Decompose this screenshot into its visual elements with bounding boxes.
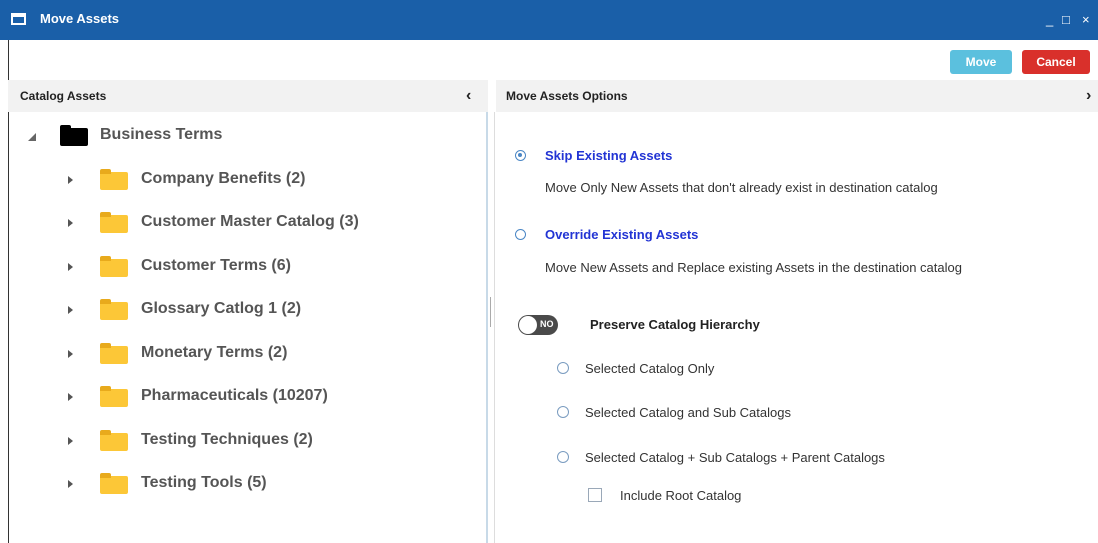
tree-node-label: Customer Master Catalog (3): [141, 213, 359, 230]
folder-icon: [100, 343, 128, 364]
override-existing-label[interactable]: Override Existing Assets: [545, 227, 698, 242]
tree-node-label: Customer Terms (6): [141, 257, 291, 274]
folder-icon: [100, 169, 128, 190]
selected-catalog-only-radio[interactable]: [557, 362, 569, 374]
tree-node-label: Testing Techniques (2): [141, 431, 313, 448]
toolbar: Move Cancel: [0, 40, 1098, 78]
folder-icon: [60, 125, 88, 146]
override-existing-radio[interactable]: [515, 229, 526, 240]
folder-icon: [100, 386, 128, 407]
toggle-state-text: NO: [540, 319, 554, 329]
catalog-and-sub-label[interactable]: Selected Catalog and Sub Catalogs: [585, 405, 791, 420]
maximize-icon[interactable]: □: [1062, 12, 1070, 27]
skip-existing-label[interactable]: Skip Existing Assets: [545, 148, 672, 163]
include-root-label[interactable]: Include Root Catalog: [620, 488, 741, 503]
move-options-header: Move Assets Options ›: [496, 80, 1098, 112]
catalog-sub-parent-radio[interactable]: [557, 451, 569, 463]
skip-existing-description: Move Only New Assets that don't already …: [545, 180, 938, 195]
expand-arrow-icon[interactable]: [68, 176, 73, 184]
preserve-hierarchy-label: Preserve Catalog Hierarchy: [590, 317, 760, 332]
tree-node-label: Glossary Catlog 1 (2): [141, 300, 302, 317]
tree-node-label: Company Benefits (2): [141, 170, 306, 187]
folder-icon: [100, 473, 128, 494]
expand-arrow-icon[interactable]: [68, 480, 73, 488]
selected-catalog-only-label[interactable]: Selected Catalog Only: [585, 361, 714, 376]
folder-icon: [100, 430, 128, 451]
folder-icon: [100, 212, 128, 233]
collapse-left-icon[interactable]: ‹: [466, 80, 471, 112]
expand-right-icon[interactable]: ›: [1086, 80, 1091, 112]
tree-node-label: Monetary Terms (2): [141, 344, 288, 361]
override-existing-description: Move New Assets and Replace existing Ass…: [545, 260, 962, 275]
preserve-hierarchy-toggle[interactable]: NO: [518, 315, 558, 335]
cancel-button[interactable]: Cancel: [1022, 50, 1090, 74]
splitter-grip[interactable]: [490, 297, 491, 327]
include-root-checkbox[interactable]: [588, 488, 602, 502]
folder-icon: [100, 256, 128, 277]
expand-arrow-icon[interactable]: [68, 350, 73, 358]
expand-arrow-icon[interactable]: [68, 306, 73, 314]
move-button[interactable]: Move: [950, 50, 1012, 74]
panel-splitter[interactable]: [486, 112, 494, 543]
expand-arrow-icon[interactable]: [68, 219, 73, 227]
catalog-sub-parent-label[interactable]: Selected Catalog + Sub Catalogs + Parent…: [585, 450, 885, 465]
tree-node-label: Business Terms: [100, 126, 223, 143]
skip-existing-radio[interactable]: [515, 150, 526, 161]
tree-node-label: Testing Tools (5): [141, 474, 267, 491]
divider: [494, 112, 495, 543]
catalog-assets-title: Catalog Assets: [20, 89, 107, 103]
expand-arrow-icon[interactable]: [68, 437, 73, 445]
catalog-tree-panel: Business Terms Company Benefits (2) Cust…: [8, 112, 488, 543]
expand-arrow-icon[interactable]: [68, 263, 73, 271]
expand-arrow-icon[interactable]: [68, 393, 73, 401]
window-title: Move Assets: [40, 11, 119, 26]
window-titlebar: Move Assets _ □ ×: [0, 0, 1098, 40]
catalog-assets-header: Catalog Assets ‹: [8, 80, 488, 112]
close-icon[interactable]: ×: [1082, 12, 1090, 27]
collapse-arrow-icon[interactable]: [28, 133, 36, 141]
tree-node-label: Pharmaceuticals (10207): [141, 387, 328, 404]
move-options-title: Move Assets Options: [506, 89, 628, 103]
minimize-icon[interactable]: _: [1046, 12, 1053, 27]
folder-icon: [100, 299, 128, 320]
window-icon: [11, 13, 26, 25]
catalog-and-sub-radio[interactable]: [557, 406, 569, 418]
toggle-knob[interactable]: [519, 316, 537, 334]
